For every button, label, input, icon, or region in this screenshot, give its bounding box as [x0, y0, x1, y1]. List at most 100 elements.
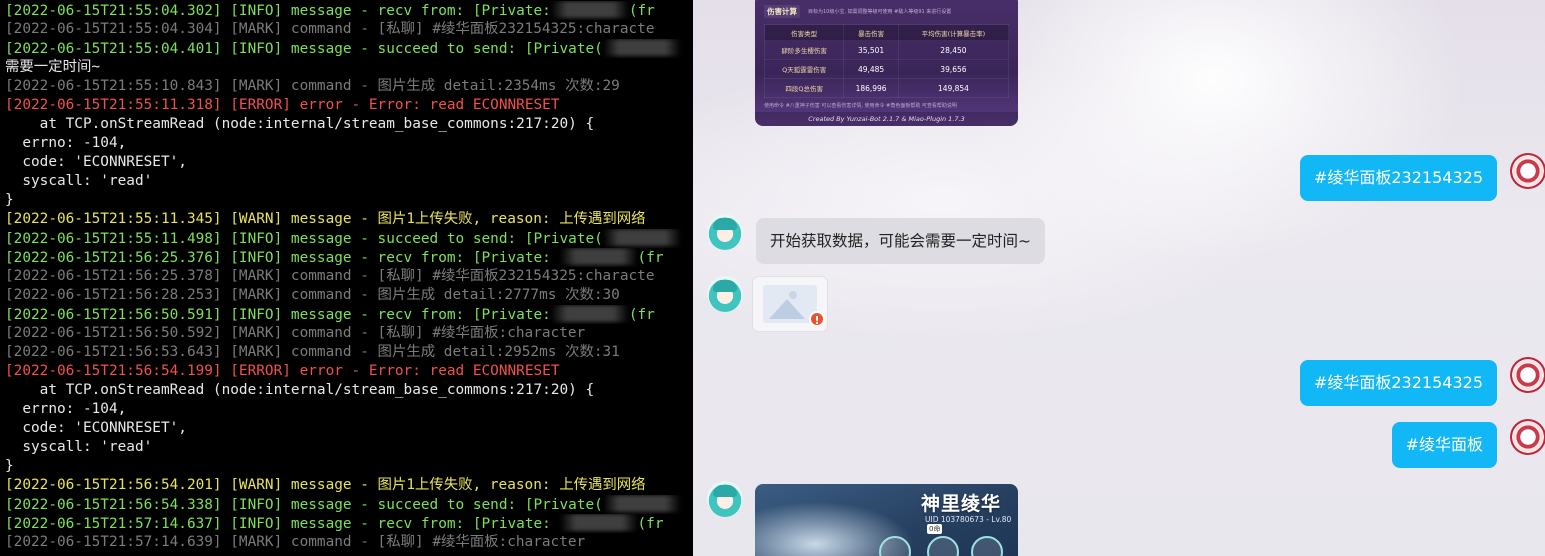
character-uid-level: UID 103780673 - Lv.80 — [925, 515, 1012, 524]
log-line: } — [5, 457, 693, 476]
log-text: [2022-06-15T21:55:04.302] [INFO] message… — [5, 3, 551, 19]
damage-cell: 39,656 — [897, 59, 1010, 79]
log-text: } — [5, 458, 14, 474]
log-line: [2022-06-15T21:56:54.201] [WARN] message… — [5, 476, 693, 495]
log-line: [2022-06-15T21:56:25.378] [MARK] command… — [5, 267, 693, 286]
log-text: [2022-06-15T21:55:11.345] [WARN] message… — [5, 211, 646, 227]
table-row: Q天狐霆雷伤害 49,485 39,656 — [763, 59, 1010, 79]
terminal-log[interactable]: [2022-06-15T21:55:04.302] [INFO] message… — [0, 0, 693, 556]
log-text: [2022-06-15T21:57:14.637] [INFO] message… — [5, 516, 560, 532]
redacted-mask — [602, 495, 681, 512]
failed-image-message[interactable]: ! — [753, 277, 827, 331]
log-suffix: (fr — [637, 250, 664, 266]
damage-card-title: 伤害计算 — [764, 4, 800, 18]
log-line: [2022-06-15T21:55:11.318] [ERROR] error … — [5, 96, 693, 115]
log-text: [2022-06-15T21:55:04.401] [INFO] message… — [5, 41, 603, 57]
bot-avatar[interactable] — [707, 214, 743, 250]
log-text: [2022-06-15T21:56:54.199] [ERROR] error … — [5, 363, 560, 379]
damage-col-type: 伤害类型 — [763, 24, 845, 41]
damage-cell: 149,854 — [897, 78, 1010, 98]
log-line: [2022-06-15T21:56:50.591] [INFO] message… — [5, 305, 693, 324]
user-avatar[interactable] — [1510, 419, 1545, 455]
log-text: [2022-06-15T21:55:10.843] [MARK] command… — [5, 78, 620, 94]
log-text: } — [5, 192, 14, 208]
log-line: [2022-06-15T21:56:50.592] [MARK] command… — [5, 324, 693, 343]
log-text: [2022-06-15T21:56:50.592] [MARK] command… — [5, 325, 586, 341]
log-suffix: (fr — [637, 516, 664, 532]
chat-window[interactable]: 伤害计算 目标为10级小宝, 如需调整等级可使用 #敌人等级91 来进行设置 伤… — [693, 0, 1545, 556]
log-text: code: 'ECONNRESET', — [5, 420, 187, 436]
user-avatar[interactable] — [1510, 357, 1545, 393]
redacted-mask — [602, 229, 681, 246]
log-text: errno: -104, — [5, 401, 127, 417]
log-text: [2022-06-15T21:57:14.639] [MARK] command… — [5, 534, 586, 550]
log-line: [2022-06-15T21:55:11.498] [INFO] message… — [5, 229, 693, 248]
log-text: [2022-06-15T21:56:54.201] [WARN] message… — [5, 477, 646, 493]
log-text: [2022-06-15T21:56:25.376] [INFO] message… — [5, 250, 560, 266]
log-line: [2022-06-15T21:55:11.345] [WARN] message… — [5, 210, 693, 229]
log-line: [2022-06-15T21:57:14.637] [INFO] message… — [5, 514, 693, 533]
damage-calc-card[interactable]: 伤害计算 目标为10级小宝, 如需调整等级可使用 #敌人等级91 来进行设置 伤… — [755, 0, 1018, 126]
bot-avatar[interactable] — [707, 276, 743, 312]
log-line: at TCP.onStreamRead (node:internal/strea… — [5, 381, 693, 400]
log-line: errno: -104, — [5, 134, 693, 153]
log-line: errno: -104, — [5, 400, 693, 419]
outgoing-message-bubble[interactable]: #绫华面板232154325 — [1299, 360, 1497, 406]
character-panel-card[interactable]: 神里绫华 UID 103780673 - Lv.80 0命 — [755, 484, 1018, 556]
bot-avatar[interactable] — [707, 481, 743, 517]
redacted-mask — [550, 1, 629, 18]
user-avatar[interactable] — [1510, 153, 1545, 189]
log-line: [2022-06-15T21:56:53.643] [MARK] command… — [5, 343, 693, 362]
damage-cell: 28,450 — [897, 40, 1010, 60]
log-text: at TCP.onStreamRead (node:internal/strea… — [5, 116, 595, 132]
skill-icon — [927, 536, 959, 556]
log-text: [2022-06-15T21:56:25.378] [MARK] command… — [5, 268, 655, 284]
redacted-mask — [550, 305, 629, 322]
log-text: [2022-06-15T21:56:54.338] [INFO] message… — [5, 497, 603, 513]
outgoing-message-bubble[interactable]: #绫华面板232154325 — [1299, 155, 1497, 201]
redacted-mask — [602, 39, 681, 56]
outgoing-message-bubble[interactable]: #绫华面板 — [1391, 422, 1497, 468]
damage-cell: 肆阶多生樱伤害 — [763, 40, 845, 60]
log-line: [2022-06-15T21:55:04.302] [INFO] message… — [5, 1, 693, 20]
log-line: [2022-06-15T21:56:54.199] [ERROR] error … — [5, 362, 693, 381]
log-line: [2022-06-15T21:57:14.639] [MARK] command… — [5, 533, 693, 552]
damage-cell: 四段Q总伤害 — [763, 78, 845, 98]
damage-card-note: 使用命令 #八重神子伤害 可以查看伤害详情, 使用命令 #角色面板帮助 可查看帮… — [764, 103, 957, 109]
incoming-message-bubble[interactable]: 开始获取数据，可能会需要一定时间~ — [756, 218, 1045, 264]
character-info: UID 103780673 - Lv.80 0命 — [925, 515, 1018, 534]
log-text: [2022-06-15T21:56:28.253] [MARK] command… — [5, 287, 620, 303]
log-line: code: 'ECONNRESET', — [5, 419, 693, 438]
log-line: [2022-06-15T21:56:25.376] [INFO] message… — [5, 248, 693, 267]
log-text: [2022-06-15T21:56:50.591] [INFO] message… — [5, 307, 551, 323]
redacted-mask — [559, 248, 638, 265]
log-text: errno: -104, — [5, 135, 127, 151]
error-badge-icon: ! — [809, 311, 825, 327]
log-line: code: 'ECONNRESET', — [5, 153, 693, 172]
log-line: [2022-06-15T21:55:04.304] [MARK] command… — [5, 20, 693, 39]
character-name: 神里绫华 — [921, 493, 1002, 515]
skill-icon — [971, 536, 1003, 556]
log-text: at TCP.onStreamRead (node:internal/strea… — [5, 382, 595, 398]
log-text: 需要一定时间~ — [5, 59, 101, 75]
damage-cell: 35,501 — [843, 40, 899, 60]
log-text: syscall: 'read' — [5, 439, 153, 455]
log-line: at TCP.onStreamRead (node:internal/strea… — [5, 115, 693, 134]
log-suffix: (fr — [628, 307, 655, 323]
log-line: syscall: 'read' — [5, 438, 693, 457]
damage-cell: Q天狐霆雷伤害 — [763, 59, 845, 79]
log-line: syscall: 'read' — [5, 172, 693, 191]
redacted-mask — [559, 514, 638, 531]
table-row: 四段Q总伤害 186,996 149,854 — [763, 78, 1010, 98]
damage-col-crit: 暴击伤害 — [843, 24, 899, 41]
log-text: [2022-06-15T21:56:53.643] [MARK] command… — [5, 344, 620, 360]
log-text: code: 'ECONNRESET', — [5, 154, 187, 170]
log-line: [2022-06-15T21:56:54.338] [INFO] message… — [5, 495, 693, 514]
table-row: 肆阶多生樱伤害 35,501 28,450 — [763, 40, 1010, 60]
skill-icon — [879, 536, 911, 556]
constellation-badge: 0命 — [927, 524, 943, 534]
log-line: [2022-06-15T21:55:04.401] [INFO] message… — [5, 39, 693, 58]
log-text: [2022-06-15T21:55:11.318] [ERROR] error … — [5, 97, 560, 113]
log-line: 需要一定时间~ — [5, 58, 693, 77]
log-suffix: (fr — [628, 3, 655, 19]
